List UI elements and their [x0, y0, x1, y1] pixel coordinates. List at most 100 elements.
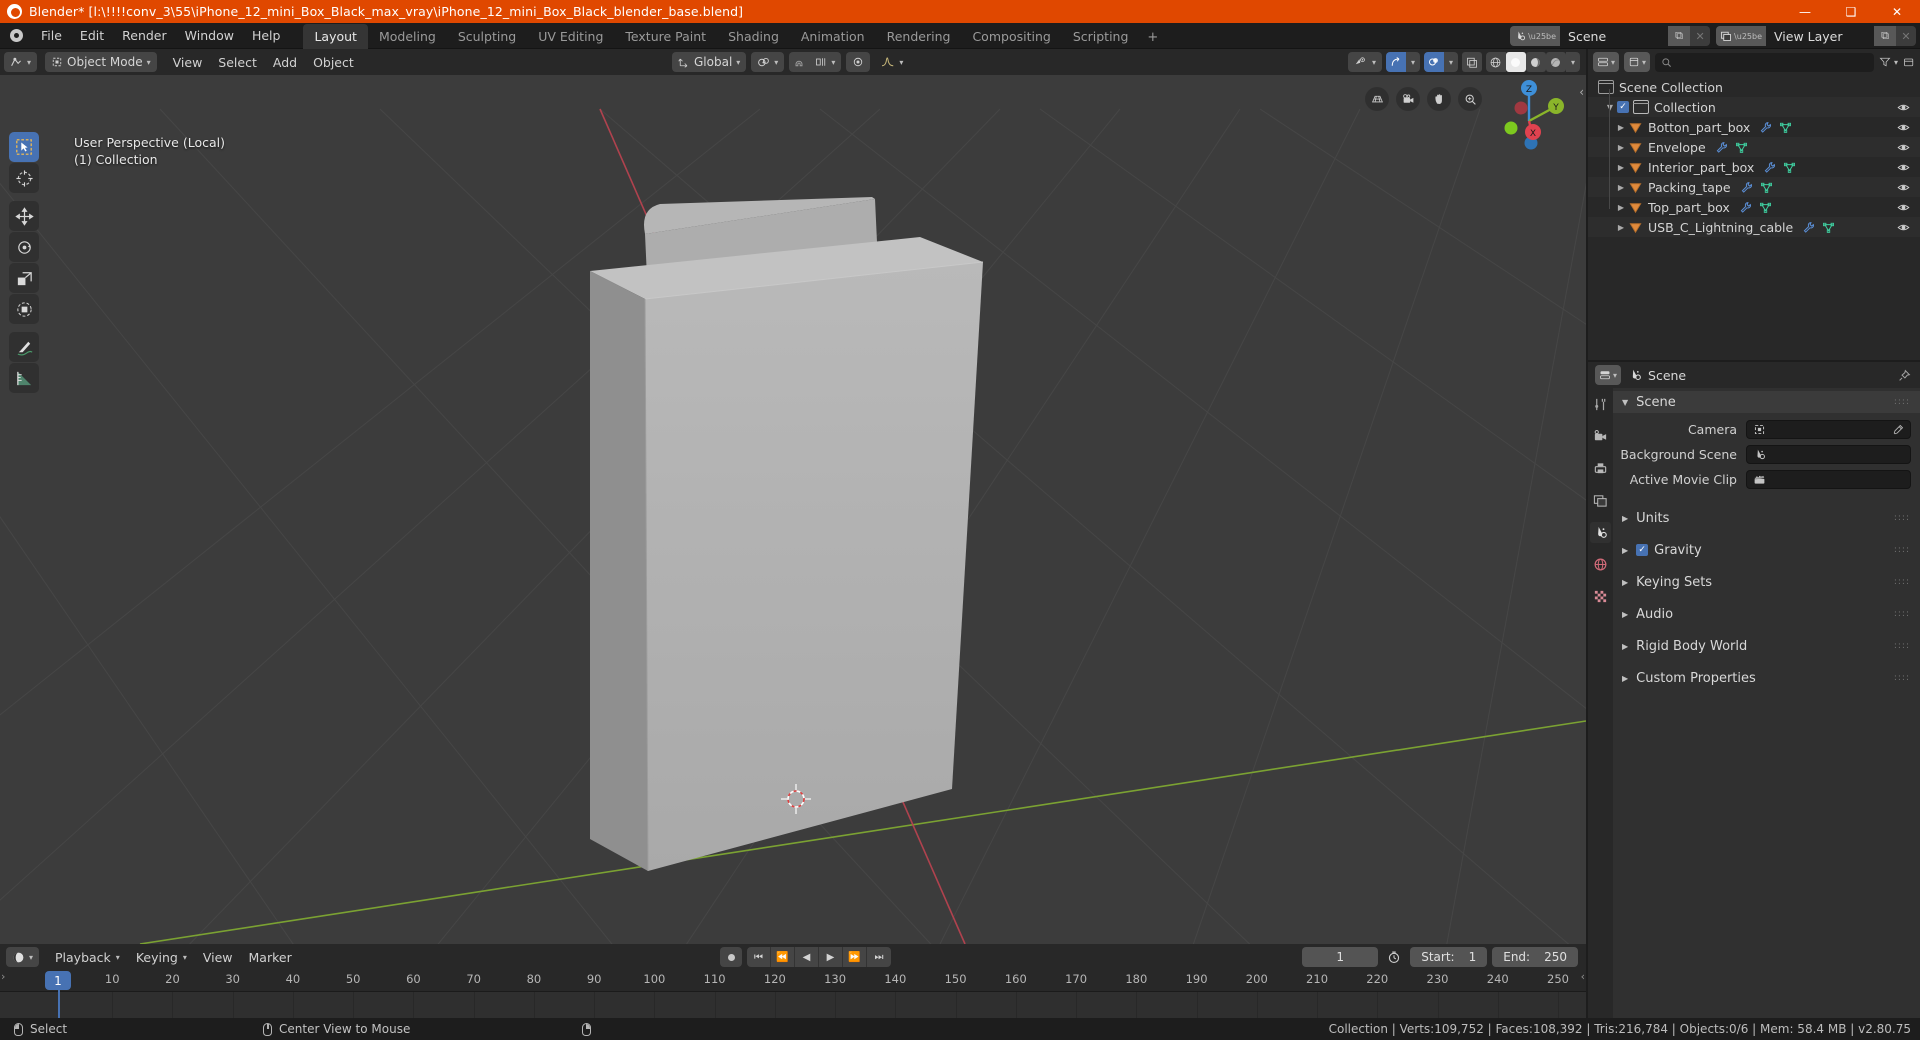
- scene-panel-header[interactable]: ▼ Scene ::::: [1613, 391, 1920, 413]
- visibility-eye-icon[interactable]: [1897, 121, 1910, 134]
- chevron-right-icon[interactable]: ▶: [1614, 223, 1628, 232]
- viewport-menu-view[interactable]: View: [165, 52, 211, 72]
- modifier-wrench-icon[interactable]: [1802, 221, 1815, 234]
- mesh-data-icon[interactable]: [1783, 161, 1796, 174]
- outliner-row[interactable]: ▶ Top_part_box: [1588, 197, 1920, 217]
- timeline-menu-marker[interactable]: Marker: [241, 947, 300, 967]
- viewport-menu-object[interactable]: Object: [305, 52, 362, 72]
- camera-field[interactable]: [1746, 420, 1911, 439]
- panel-drag-dots[interactable]: ::::: [1894, 546, 1910, 555]
- properties-tab-texture[interactable]: [1590, 586, 1611, 607]
- modifier-wrench-icon[interactable]: [1740, 181, 1753, 194]
- annotate-tool[interactable]: [9, 332, 39, 362]
- blender-menu-icon[interactable]: [6, 27, 26, 45]
- outliner-display-mode-button[interactable]: ▾: [1624, 52, 1651, 72]
- mesh-data-icon[interactable]: [1759, 201, 1772, 214]
- chevron-right-icon[interactable]: ▶: [1614, 123, 1628, 132]
- chevron-right-icon[interactable]: ▶: [1614, 143, 1628, 152]
- outliner-editor[interactable]: ▾ ▾ ▾ Scene Collection ▼ ✓ Collection ▶ Botto…: [1588, 49, 1920, 360]
- gizmo-options-dropdown[interactable]: ▾: [1405, 52, 1420, 72]
- properties-tab-view-layer[interactable]: [1590, 490, 1611, 511]
- scale-tool[interactable]: [9, 263, 39, 293]
- menu-render[interactable]: Render: [113, 25, 176, 46]
- play-button[interactable]: ▶: [819, 947, 843, 967]
- measure-tool[interactable]: [9, 363, 39, 393]
- chevron-right-icon[interactable]: ▶: [1622, 578, 1628, 587]
- panel-drag-dots[interactable]: ::::: [1894, 398, 1910, 407]
- show-overlays-toggle[interactable]: [1423, 52, 1444, 72]
- chevron-right-icon[interactable]: ▶: [1614, 163, 1628, 172]
- pivot-point-dropdown[interactable]: ▾: [751, 52, 785, 72]
- timeline-menu-playback[interactable]: Playback ▾: [47, 947, 128, 967]
- remove-view-layer-button[interactable]: ✕: [1896, 26, 1916, 46]
- view-layer-name-field[interactable]: View Layer: [1766, 26, 1874, 46]
- panel-drag-dots[interactable]: ::::: [1894, 642, 1910, 651]
- timeline-expand-right-arrow[interactable]: ‹: [1581, 970, 1585, 983]
- navigation-gizmo[interactable]: Z Y X: [1490, 77, 1568, 155]
- visibility-eye-icon[interactable]: [1897, 101, 1910, 114]
- tab-sculpting[interactable]: Sculpting: [447, 24, 527, 49]
- tab-rendering[interactable]: Rendering: [876, 24, 962, 49]
- panel-drag-dots[interactable]: ::::: [1894, 610, 1910, 619]
- timeline-ruler[interactable]: 1102030405060708090100110120130140150160…: [0, 970, 1586, 1018]
- tab-layout[interactable]: Layout: [303, 23, 368, 49]
- shading-rendered-button[interactable]: [1545, 52, 1566, 72]
- properties-tab-render[interactable]: [1590, 426, 1611, 447]
- zoom-icon[interactable]: [1458, 87, 1482, 111]
- outliner-row[interactable]: ▶ Packing_tape: [1588, 177, 1920, 197]
- viewport-menu-add[interactable]: Add: [265, 52, 305, 72]
- view-layer-selector[interactable]: \u25be View Layer ⧉ ✕: [1716, 26, 1916, 46]
- outliner-filter-button[interactable]: ▾: [1879, 56, 1898, 68]
- chevron-right-icon[interactable]: ▶: [1622, 642, 1628, 651]
- play-reverse-button[interactable]: ◀: [795, 947, 819, 967]
- proportional-falloff-dropdown[interactable]: ▾: [875, 52, 909, 72]
- timeline-track-area[interactable]: [0, 992, 1586, 1018]
- outliner-new-collection-button[interactable]: [1903, 56, 1915, 68]
- outliner-editor-type-button[interactable]: ▾: [1593, 52, 1620, 72]
- menu-help[interactable]: Help: [243, 25, 290, 46]
- menu-file[interactable]: File: [32, 25, 71, 46]
- mesh-data-icon[interactable]: [1760, 181, 1773, 194]
- tab-compositing[interactable]: Compositing: [961, 24, 1061, 49]
- timeline-menu-keying[interactable]: Keying ▾: [128, 947, 195, 967]
- background-scene-field[interactable]: [1746, 445, 1911, 464]
- menu-edit[interactable]: Edit: [71, 25, 113, 46]
- snap-magnet-icon[interactable]: [789, 52, 810, 72]
- properties-panel-header[interactable]: ▶ Keying Sets::::: [1613, 571, 1920, 593]
- properties-tab-output[interactable]: [1590, 458, 1611, 479]
- visibility-eye-icon[interactable]: [1897, 141, 1910, 154]
- properties-editor-type-button[interactable]: ▾: [1595, 365, 1622, 385]
- outliner-row[interactable]: ▶ Interior_part_box: [1588, 157, 1920, 177]
- timeline-editor[interactable]: ▾ Playback ▾ Keying ▾ View Marker ⏮ ⏪ ◀ ▶ …: [0, 944, 1586, 1018]
- visibility-eye-icon[interactable]: [1897, 221, 1910, 234]
- chevron-right-icon[interactable]: ▶: [1622, 610, 1628, 619]
- add-workspace-button[interactable]: +: [1139, 26, 1166, 49]
- outliner-search-input[interactable]: [1655, 52, 1874, 72]
- start-frame-field[interactable]: Start: 1: [1410, 947, 1488, 967]
- scene-icon[interactable]: \u25be: [1510, 26, 1561, 46]
- new-view-layer-button[interactable]: ⧉: [1874, 26, 1896, 46]
- jump-to-end-button[interactable]: ⏭: [867, 947, 891, 967]
- outliner-row[interactable]: ▼ ✓ Collection: [1588, 97, 1920, 117]
- properties-panel-header[interactable]: ▶ Custom Properties::::: [1613, 667, 1920, 689]
- unlink-scene-button[interactable]: ✕: [1690, 26, 1711, 46]
- modifier-wrench-icon[interactable]: [1715, 141, 1728, 154]
- active-movie-clip-field[interactable]: [1746, 470, 1911, 489]
- menu-window[interactable]: Window: [176, 25, 243, 46]
- panel-drag-dots[interactable]: ::::: [1894, 514, 1910, 523]
- panel-drag-dots[interactable]: ::::: [1894, 578, 1910, 587]
- pin-id-icon[interactable]: [1898, 369, 1911, 382]
- tab-modeling[interactable]: Modeling: [368, 24, 447, 49]
- tab-animation[interactable]: Animation: [790, 24, 876, 49]
- object-visibility-dropdown[interactable]: ▾: [1347, 52, 1382, 72]
- chevron-right-icon[interactable]: ▶: [1622, 674, 1628, 683]
- editor-type-button[interactable]: ▾: [4, 52, 38, 72]
- panel-drag-dots[interactable]: ::::: [1894, 674, 1910, 683]
- chevron-right-icon[interactable]: ▶: [1622, 514, 1628, 523]
- show-gizmo-toggle[interactable]: [1385, 52, 1406, 72]
- cursor-tool[interactable]: [9, 163, 39, 193]
- select-box-tool[interactable]: [9, 132, 39, 162]
- collection-enable-checkbox[interactable]: ✓: [1617, 101, 1629, 113]
- scene-name-field[interactable]: Scene: [1560, 26, 1669, 46]
- interaction-mode-dropdown[interactable]: Object Mode ▾: [45, 52, 157, 72]
